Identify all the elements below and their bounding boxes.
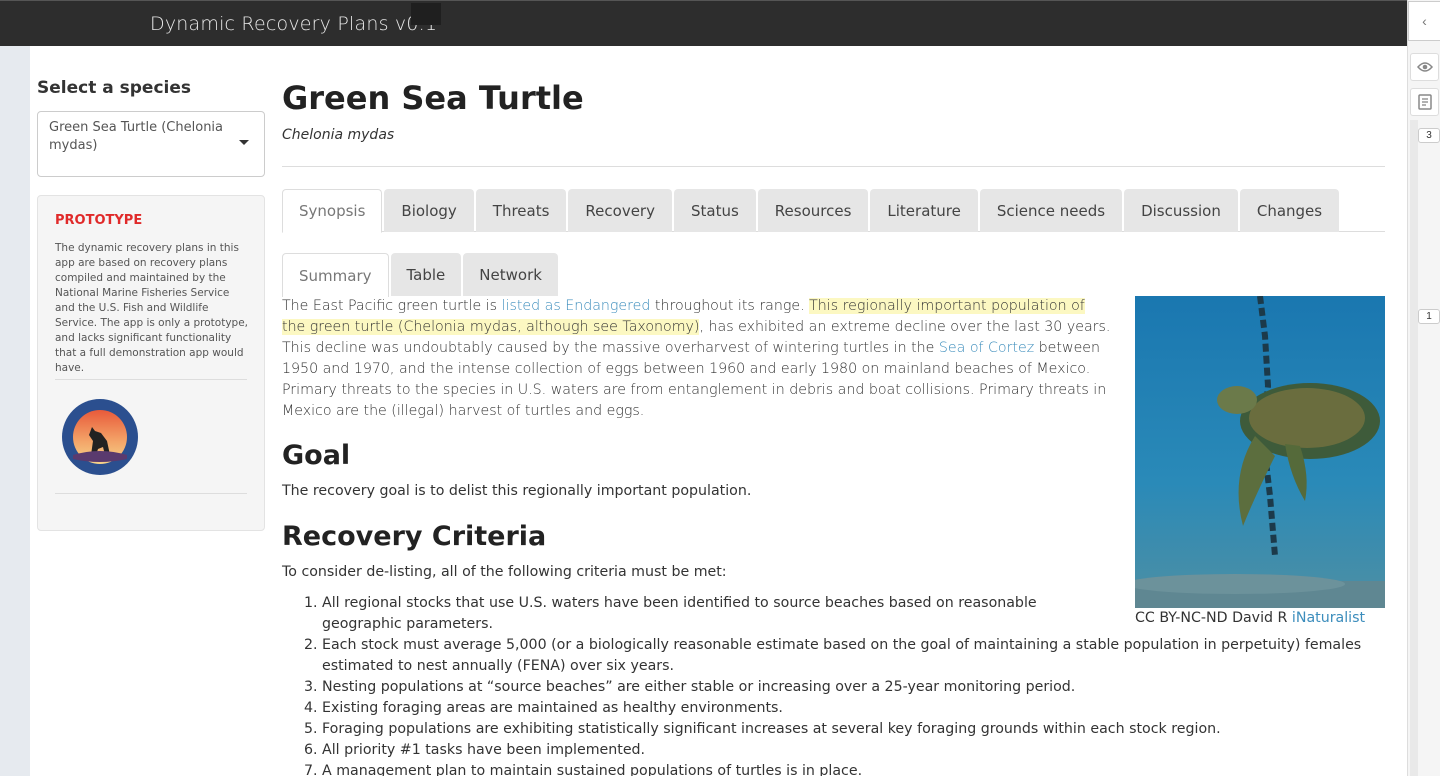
header-square-button[interactable] — [411, 3, 441, 25]
list-item: Each stock must average 5,000 (or a biol… — [322, 635, 1382, 677]
photo-credit: CC BY-NC-ND David R iNaturalist — [1135, 610, 1365, 626]
main-tabs: Synopsis Biology Threats Recovery Status… — [282, 189, 1385, 233]
main-area: Select a species Green Sea Turtle (Chelo… — [30, 46, 1407, 776]
summary-text: throughout its range. — [650, 298, 810, 314]
divider — [55, 493, 247, 494]
tab-resources[interactable]: Resources — [757, 189, 869, 232]
tab-status[interactable]: Status — [673, 189, 756, 232]
prototype-heading: PROTOTYPE — [55, 213, 143, 228]
sea-of-cortez-link[interactable]: Sea of Cortez — [939, 340, 1034, 356]
species-title: Green Sea Turtle — [282, 79, 584, 117]
eye-icon — [1416, 62, 1433, 72]
app-title: Dynamic Recovery Plans v0.1 — [150, 13, 438, 35]
scientific-name: Chelonia mydas — [282, 127, 395, 143]
panel-collapse-button[interactable]: ‹ — [1408, 1, 1440, 41]
goal-text: The recovery goal is to delist this regi… — [282, 483, 752, 499]
listing-status-link[interactable]: listed as Endangered — [502, 298, 651, 314]
list-item: Foraging populations are exhibiting stat… — [322, 719, 1382, 740]
annotation-count-badge[interactable]: 3 — [1418, 128, 1440, 143]
photo-credit-text: CC BY-NC-ND David R — [1135, 610, 1292, 626]
inaturalist-link[interactable]: iNaturalist — [1292, 610, 1365, 626]
notes-button[interactable] — [1410, 88, 1439, 116]
species-select[interactable]: Green Sea Turtle (Chelonia mydas) — [37, 111, 265, 177]
list-item: All priority #1 tasks have been implemen… — [322, 740, 1382, 761]
annotation-count-badge[interactable]: 1 — [1418, 309, 1440, 324]
tab-science-needs[interactable]: Science needs — [979, 189, 1123, 232]
chevron-left-icon: ‹ — [1422, 13, 1427, 29]
list-item: Existing foraging areas are maintained a… — [322, 698, 1382, 719]
subtab-network[interactable]: Network — [463, 253, 558, 296]
tab-literature[interactable]: Literature — [870, 189, 978, 232]
chevron-down-icon — [239, 140, 249, 145]
prototype-panel: PROTOTYPE The dynamic recovery plans in … — [37, 195, 265, 531]
list-item: A management plan to maintain sustained … — [322, 761, 1382, 776]
tab-discussion[interactable]: Discussion — [1124, 189, 1238, 232]
divider — [55, 379, 247, 380]
list-item: Nesting populations at “source beaches” … — [322, 677, 1382, 698]
annotation-panel: ‹ 3 1 — [1407, 0, 1440, 776]
tab-recovery[interactable]: Recovery — [568, 189, 672, 232]
summary-paragraph: The East Pacific green turtle is listed … — [282, 296, 1112, 422]
tab-threats[interactable]: Threats — [475, 189, 567, 232]
species-select-value: Green Sea Turtle (Chelonia mydas) — [49, 120, 224, 153]
note-icon — [1417, 94, 1432, 110]
summary-text: The East Pacific green turtle is — [282, 298, 502, 314]
list-item: All regional stocks that use U.S. waters… — [322, 593, 1102, 635]
tab-synopsis[interactable]: Synopsis — [282, 189, 383, 233]
subtab-summary[interactable]: Summary — [282, 253, 389, 297]
defenders-of-wildlife-logo — [62, 399, 138, 475]
criteria-intro: To consider de-listing, all of the follo… — [282, 564, 727, 580]
app-header: Dynamic Recovery Plans v0.1 — [0, 0, 1407, 46]
goal-heading: Goal — [282, 440, 351, 471]
sub-tabs: Summary Table Network — [282, 253, 558, 297]
annotation-scrollbar[interactable] — [1410, 120, 1418, 776]
divider — [282, 166, 1385, 167]
tab-biology[interactable]: Biology — [384, 189, 474, 232]
left-rail — [0, 46, 30, 776]
visibility-button[interactable] — [1410, 53, 1439, 81]
tab-changes[interactable]: Changes — [1239, 189, 1340, 232]
subtab-table[interactable]: Table — [390, 253, 462, 296]
species-select-label: Select a species — [37, 78, 192, 98]
prototype-description: The dynamic recovery plans in this app a… — [55, 242, 249, 374]
recovery-criteria-heading: Recovery Criteria — [282, 521, 547, 552]
turtle-photo — [1135, 296, 1385, 608]
